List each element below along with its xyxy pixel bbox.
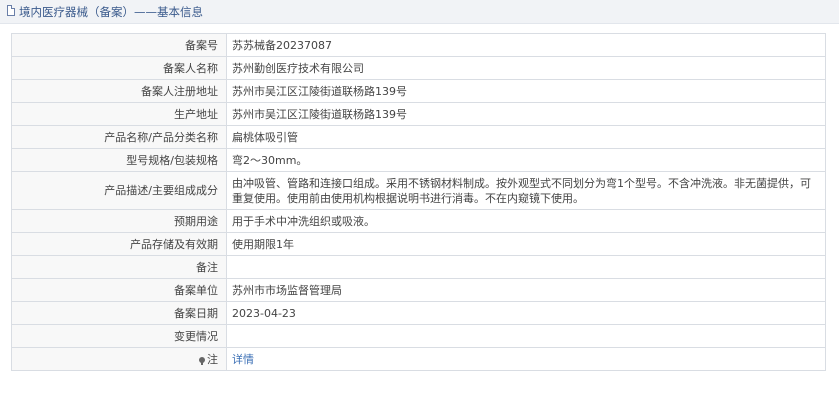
field-label: 备案日期: [11, 301, 227, 325]
field-label: 预期用途: [11, 209, 227, 233]
table-row: 备案单位 苏州市市场监督管理局: [11, 278, 826, 302]
table-row: 型号规格/包装规格 弯2～30mm。: [11, 148, 826, 172]
field-value: 用于手术中冲洗组织或吸液。: [226, 209, 826, 233]
table-row: 变更情况: [11, 324, 826, 348]
record-table: 备案号 苏苏械备20237087 备案人名称 苏州勤创医疗技术有限公司 备案人注…: [11, 33, 826, 371]
field-value: 苏州市吴江区江陵街道联杨路139号: [226, 79, 826, 103]
field-label: 产品存储及有效期: [11, 232, 227, 256]
field-label: 生产地址: [11, 102, 227, 126]
field-value: 苏州市吴江区江陵街道联杨路139号: [226, 102, 826, 126]
table-row: 备注: [11, 255, 826, 279]
field-value: 使用期限1年: [226, 232, 826, 256]
table-row: 生产地址 苏州市吴江区江陵街道联杨路139号: [11, 102, 826, 126]
field-value: 由冲吸管、管路和连接口组成。采用不锈钢材料制成。按外观型式不同划分为弯1个型号。…: [226, 171, 826, 210]
field-value: 苏苏械备20237087: [226, 33, 826, 57]
field-label: 变更情况: [11, 324, 227, 348]
document-icon: [7, 5, 15, 16]
field-label: 备案号: [11, 33, 227, 57]
field-value: 2023-04-23: [226, 301, 826, 325]
table-row: 备案人名称 苏州勤创医疗技术有限公司: [11, 56, 826, 80]
table-row: 备案人注册地址 苏州市吴江区江陵街道联杨路139号: [11, 79, 826, 103]
field-label: 产品名称/产品分类名称: [11, 125, 227, 149]
field-label: 备注: [11, 255, 227, 279]
pin-icon: [199, 356, 205, 365]
field-label: 备案单位: [11, 278, 227, 302]
field-value: 扁桃体吸引管: [226, 125, 826, 149]
table-row: 产品存储及有效期 使用期限1年: [11, 232, 826, 256]
table-row: 注 详情: [11, 347, 826, 371]
table-row: 预期用途 用于手术中冲洗组织或吸液。: [11, 209, 826, 233]
field-value: 弯2～30mm。: [226, 148, 826, 172]
field-label: 型号规格/包装规格: [11, 148, 227, 172]
page-title: 境内医疗器械（备案）——基本信息: [19, 5, 203, 19]
page-header: 境内医疗器械（备案）——基本信息: [0, 0, 839, 24]
field-value: 苏州勤创医疗技术有限公司: [226, 56, 826, 80]
field-value: [226, 255, 826, 279]
table-row: 产品描述/主要组成成分 由冲吸管、管路和连接口组成。采用不锈钢材料制成。按外观型…: [11, 171, 826, 210]
table-row: 备案日期 2023-04-23: [11, 301, 826, 325]
field-label: 注: [11, 347, 227, 371]
table-row: 备案号 苏苏械备20237087: [11, 33, 826, 57]
field-label: 产品描述/主要组成成分: [11, 171, 227, 210]
field-value: 详情: [226, 347, 826, 371]
note-label: 注: [207, 352, 218, 366]
field-label: 备案人注册地址: [11, 79, 227, 103]
table-row: 产品名称/产品分类名称 扁桃体吸引管: [11, 125, 826, 149]
field-value: 苏州市市场监督管理局: [226, 278, 826, 302]
field-value: [226, 324, 826, 348]
details-link[interactable]: 详情: [232, 353, 254, 366]
field-label: 备案人名称: [11, 56, 227, 80]
